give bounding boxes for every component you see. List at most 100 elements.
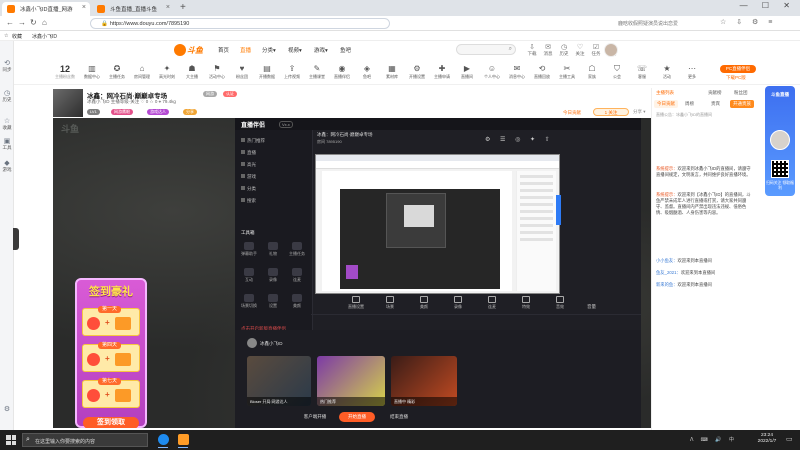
sidebar-item-history[interactable]: ◷ 历史 bbox=[0, 89, 14, 103]
category-item[interactable]: ✉ 消息中心 bbox=[505, 64, 529, 80]
nav-games[interactable]: 游戏▾ bbox=[314, 46, 328, 54]
category-item[interactable]: ▦ 素材库 bbox=[380, 64, 404, 80]
category-item[interactable]: ♥ 粉丝团 bbox=[230, 64, 254, 80]
category-item[interactable]: ▤ 开播数据 bbox=[255, 64, 279, 80]
nav-video[interactable]: 视频▾ bbox=[288, 46, 302, 54]
category-item[interactable]: ⛉ 公会 bbox=[605, 64, 629, 80]
avatar[interactable] bbox=[247, 338, 257, 348]
back-icon[interactable]: ← bbox=[6, 18, 14, 27]
sign-in-button[interactable]: 签到领取 bbox=[83, 417, 139, 428]
nav-category[interactable]: 分类▾ bbox=[262, 46, 276, 54]
category-item[interactable]: ✎ 主播课堂 bbox=[305, 64, 329, 80]
refresh-icon[interactable]: ↻ bbox=[30, 18, 37, 27]
inner-toolbar-button[interactable]: 美颜 bbox=[413, 296, 435, 310]
category-item[interactable]: ★ 活动 bbox=[655, 64, 679, 80]
room-tag[interactable]: 网游 bbox=[203, 91, 217, 97]
pc-client-button[interactable]: PC直播伴侣 bbox=[720, 65, 756, 73]
forward-icon[interactable]: → bbox=[18, 18, 26, 27]
category-item[interactable]: ☺ 个人中心 bbox=[480, 64, 504, 80]
category-item[interactable]: ⟲ 直播回放 bbox=[530, 64, 554, 80]
inner-tool[interactable]: 连麦 bbox=[287, 268, 307, 283]
chat-user[interactable]: 系统提示： bbox=[656, 166, 677, 171]
tab-anchor-list[interactable]: 主播列表 bbox=[656, 90, 674, 96]
fans-counter[interactable]: 12 主播粉丝数 bbox=[54, 64, 76, 80]
pc-download-link[interactable]: 下载PC版 bbox=[726, 75, 746, 81]
nav-yuba[interactable]: 鱼吧 bbox=[340, 46, 351, 54]
notification-icon[interactable]: ▭ bbox=[786, 435, 793, 443]
tab-douyu-room[interactable]: 冰鑫小飞ID直播_网游 × bbox=[2, 2, 90, 16]
header-task[interactable]: ☑ 任务 bbox=[588, 43, 604, 57]
site-search-input[interactable]: ⌕ bbox=[456, 44, 516, 55]
category-item[interactable]: ⇪ 上传视频 bbox=[280, 64, 304, 80]
open-noble-button[interactable]: 开通贵族 bbox=[730, 100, 754, 108]
header-download[interactable]: ⇩ 下载 bbox=[524, 43, 540, 57]
inner-toolbar-button[interactable]: 场景 bbox=[379, 296, 401, 310]
chat-user[interactable]: 鱼友_2021： bbox=[656, 270, 681, 275]
sign-in-banner[interactable]: 签到豪礼 第一天 + 第四天 + 第七天 + 签到领取 bbox=[75, 278, 147, 428]
inner-toolbar-button[interactable]: 直播设置 bbox=[345, 296, 367, 310]
taskbar-app-douyu[interactable] bbox=[176, 432, 190, 448]
sidebar-item-sync[interactable]: ⟲ 同步 bbox=[0, 59, 14, 73]
category-item[interactable]: ◈ 鱼吧 bbox=[355, 64, 379, 80]
start-live-button[interactable]: 开始直播 bbox=[339, 412, 375, 422]
header-message[interactable]: ✉ 消息 bbox=[540, 43, 556, 57]
category-item[interactable]: ▶ 直播间 bbox=[455, 64, 479, 80]
stop-live-button[interactable]: 结束直播 bbox=[381, 412, 417, 422]
nav-live[interactable]: 直播 bbox=[240, 46, 251, 54]
category-item[interactable]: ◉ 直播伴侣 bbox=[330, 64, 354, 80]
category-item[interactable]: ✚ 主播申请 bbox=[430, 64, 454, 80]
today-contribution[interactable]: 今日贡献 bbox=[563, 110, 581, 116]
chat-user[interactable]: 系统提示： bbox=[656, 192, 677, 197]
category-item[interactable]: ✪ 主播任务 bbox=[105, 64, 129, 80]
category-item[interactable]: ⚙ 开播设置 bbox=[405, 64, 429, 80]
category-item[interactable]: ⚑ 活动中心 bbox=[205, 64, 229, 80]
client-live-button[interactable]: 客户端开播 bbox=[295, 412, 335, 422]
follow-button[interactable]: 1 关注 bbox=[593, 108, 629, 116]
category-item[interactable]: ⌂ 房间管理 bbox=[130, 64, 154, 80]
close-tab-icon[interactable]: × bbox=[166, 4, 170, 11]
inner-app-icons[interactable]: ⚙ ☰ ◎ ✦ ⇧ bbox=[485, 136, 554, 143]
inner-menu-item[interactable]: 高光 bbox=[241, 162, 256, 168]
inner-tool[interactable]: 互动 bbox=[239, 268, 259, 283]
inner-tool[interactable]: 礼物 bbox=[263, 242, 283, 257]
inner-tool[interactable]: 美颜 bbox=[287, 294, 307, 309]
taskbar-app-browser[interactable] bbox=[156, 432, 170, 448]
tab-contribution[interactable]: 贡献榜 bbox=[708, 90, 722, 96]
bookmark-item[interactable]: 冰鑫小飞ID bbox=[32, 33, 57, 40]
close-tab-icon[interactable]: × bbox=[82, 4, 86, 11]
taskbar-search[interactable]: ⌕ 在这里输入你要搜索的内容 bbox=[22, 433, 148, 447]
subtab-today[interactable]: 今日贡献 bbox=[654, 100, 678, 108]
category-item[interactable]: ☖ 家族 bbox=[580, 64, 604, 80]
user-avatar[interactable] bbox=[604, 43, 618, 57]
sidebar-item-tools[interactable]: ▣ 工具 bbox=[0, 137, 14, 151]
bookmark-item[interactable]: 收藏 bbox=[12, 33, 22, 40]
inner-toolbar-button[interactable]: 录像 bbox=[447, 296, 469, 310]
inner-menu-item[interactable]: 热门推荐 bbox=[241, 138, 265, 144]
browser-search-box[interactable]: 鹿晗收假照疑演员说出恋爱 bbox=[618, 18, 718, 29]
window-controls[interactable]: — ☐ ✕ bbox=[740, 1, 796, 10]
inner-toolbar-button[interactable]: 特效 bbox=[515, 296, 537, 310]
system-tray[interactable]: ᐱ ⌨ 🔊 中 bbox=[690, 436, 737, 443]
category-item[interactable]: ☏ 客服 bbox=[630, 64, 654, 80]
promo-card[interactable]: 斗鱼直播 扫码关注 领取福利 bbox=[765, 86, 795, 196]
share-badge[interactable]: 分享 bbox=[183, 109, 197, 115]
inner-tool[interactable]: 主播任务 bbox=[287, 242, 307, 257]
chat-user[interactable]: 新来的鱼： bbox=[656, 282, 677, 287]
home-icon[interactable]: ⌂ bbox=[42, 18, 47, 27]
inner-menu-item[interactable]: 搜索 bbox=[241, 198, 256, 204]
inner-toolbar-button[interactable]: 连麦 bbox=[481, 296, 503, 310]
windows-start-icon[interactable] bbox=[6, 435, 16, 445]
inner-menu-item[interactable]: 分类 bbox=[241, 186, 256, 192]
search-icon[interactable]: ⌕ bbox=[509, 46, 512, 53]
category-item[interactable]: ✂ 主播工具 bbox=[555, 64, 579, 80]
video-player[interactable]: 斗鱼 签到豪礼 第一天 + 第四天 + 第七天 + 签到领取 直播伴侣 Vx.x… bbox=[53, 118, 651, 428]
nav-home[interactable]: 首页 bbox=[218, 46, 229, 54]
inner-toolbar-button[interactable]: 音效 bbox=[549, 296, 571, 310]
tab-fans[interactable]: 粉丝团 bbox=[734, 90, 748, 96]
inner-tool[interactable]: 设置 bbox=[263, 294, 283, 309]
inner-menu-item[interactable]: 直播 bbox=[241, 150, 256, 156]
inner-tool[interactable]: 弹幕助手 bbox=[239, 242, 259, 257]
browser-tools[interactable]: ☆ ⇩ ⚙ ≡ bbox=[720, 18, 776, 26]
url-field[interactable]: 🔒 https://www.douyu.com/7895190 bbox=[90, 18, 390, 29]
inner-tool[interactable]: 场景切换 bbox=[239, 294, 259, 309]
